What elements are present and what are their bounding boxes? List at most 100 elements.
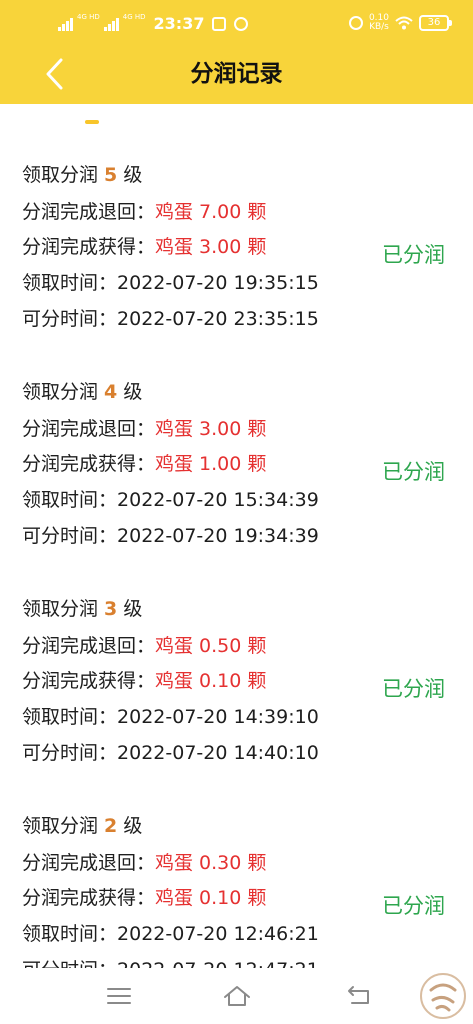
network-label-1: 4G HD: [77, 13, 100, 21]
watermark-logo: [420, 973, 466, 1019]
returned-label: 分润完成退回：: [22, 201, 156, 223]
returned-label: 分润完成退回：: [22, 635, 156, 657]
earned-label: 分润完成获得：: [22, 887, 156, 909]
app-header: 4G HD 4G HD 23:37 0.10 KB/s 36 分润记录: [0, 0, 473, 104]
record-earned: 分润完成获得：鸡蛋 0.10 颗: [22, 668, 266, 694]
menu-icon: [107, 988, 131, 1004]
returned-value: 鸡蛋 0.30 颗: [155, 852, 267, 874]
record-level-prefix: 领取分润: [22, 164, 105, 186]
status-bar: 4G HD 4G HD 23:37 0.10 KB/s 36: [0, 0, 473, 50]
list-item: 领取分润 3 级 分润完成退回：鸡蛋 0.50 颗 分润完成获得：鸡蛋 0.10…: [0, 596, 473, 802]
returned-value: 鸡蛋 0.50 颗: [155, 635, 267, 657]
claim-time-value: 2022-07-20 12:46:21: [117, 923, 319, 945]
claim-time-value: 2022-07-20 15:34:39: [117, 489, 319, 511]
back-arrow-icon: [348, 986, 369, 1004]
status-badge: 已分润: [382, 894, 445, 918]
available-time-label: 可分时间：: [22, 308, 118, 330]
home-button[interactable]: [222, 982, 252, 1010]
record-level: 领取分润 5 级: [22, 162, 142, 188]
record-level-number: 3: [104, 598, 118, 620]
list-item: 领取分润 5 级 分润完成退回：鸡蛋 7.00 颗 分润完成获得：鸡蛋 3.00…: [0, 162, 473, 368]
wifi-icon: [395, 16, 413, 30]
app-notification-icon: [234, 16, 249, 31]
earned-value: 鸡蛋 1.00 颗: [155, 453, 267, 475]
returned-value: 鸡蛋 7.00 颗: [155, 201, 267, 223]
record-earned: 分润完成获得：鸡蛋 0.10 颗: [22, 885, 266, 911]
list-item: 领取分润 2 级 分润完成退回：鸡蛋 0.30 颗 分润完成获得：鸡蛋 0.10…: [0, 813, 473, 968]
available-time-value: 2022-07-20 23:35:15: [117, 308, 319, 330]
available-time-label: 可分时间：: [22, 742, 118, 764]
earned-value: 鸡蛋 0.10 颗: [155, 670, 267, 692]
record-earned: 分润完成获得：鸡蛋 1.00 颗: [22, 451, 266, 477]
returned-label: 分润完成退回：: [22, 418, 156, 440]
tab-indicator: [85, 120, 99, 124]
status-bar-right: 0.10 KB/s 36: [348, 14, 452, 32]
record-available-time: 可分时间：2022-07-20 12:47:21: [22, 957, 319, 968]
claim-time-label: 领取时间：: [22, 272, 118, 294]
claim-time-label: 领取时间：: [22, 923, 118, 945]
system-nav-bar: [0, 968, 473, 1024]
record-claim-time: 领取时间：2022-07-20 15:34:39: [22, 487, 319, 513]
earned-value: 鸡蛋 0.10 颗: [155, 887, 267, 909]
notification-icon: [212, 16, 227, 31]
network-label-2: 4G HD: [122, 13, 146, 21]
earned-label: 分润完成获得：: [22, 453, 156, 475]
network-speed-unit: KB/s: [369, 22, 389, 32]
available-time-label: 可分时间：: [22, 525, 118, 547]
status-bar-left: 4G HD 4G HD 23:37: [58, 13, 249, 33]
record-available-time: 可分时间：2022-07-20 23:35:15: [22, 306, 319, 332]
signal-icon: [103, 17, 119, 31]
record-level-suffix: 级: [117, 815, 143, 837]
available-time-value: 2022-07-20 19:34:39: [117, 525, 319, 547]
home-icon: [224, 986, 250, 1006]
available-time-value: 2022-07-20 14:40:10: [117, 742, 319, 764]
record-available-time: 可分时间：2022-07-20 14:40:10: [22, 740, 319, 766]
earned-label: 分润完成获得：: [22, 236, 156, 258]
record-returned: 分润完成退回：鸡蛋 0.50 颗: [22, 633, 266, 659]
status-time: 23:37: [153, 14, 205, 33]
record-level-prefix: 领取分润: [22, 598, 105, 620]
record-level-prefix: 领取分润: [22, 381, 105, 403]
record-level-prefix: 领取分润: [22, 815, 105, 837]
record-returned: 分润完成退回：鸡蛋 0.30 颗: [22, 850, 266, 876]
status-badge: 已分润: [382, 460, 445, 484]
returned-label: 分润完成退回：: [22, 852, 156, 874]
record-level: 领取分润 3 级: [22, 596, 142, 622]
available-time-value: 2022-07-20 12:47:21: [117, 959, 319, 968]
returned-value: 鸡蛋 3.00 颗: [155, 418, 267, 440]
claim-time-value: 2022-07-20 14:39:10: [117, 706, 319, 728]
status-badge: 已分润: [382, 677, 445, 701]
page-title: 分润记录: [190, 61, 283, 87]
alarm-icon: [348, 16, 363, 30]
claim-time-label: 领取时间：: [22, 706, 118, 728]
claim-time-label: 领取时间：: [22, 489, 118, 511]
earned-label: 分润完成获得：: [22, 670, 156, 692]
record-returned: 分润完成退回：鸡蛋 3.00 颗: [22, 416, 266, 442]
record-claim-time: 领取时间：2022-07-20 14:39:10: [22, 704, 319, 730]
record-level: 领取分润 4 级: [22, 379, 142, 405]
list-item: 领取分润 4 级 分润完成退回：鸡蛋 3.00 颗 分润完成获得：鸡蛋 1.00…: [0, 379, 473, 585]
record-level: 领取分润 2 级: [22, 813, 142, 839]
record-level-number: 2: [104, 815, 118, 837]
battery-icon: 36: [419, 15, 452, 31]
record-claim-time: 领取时间：2022-07-20 19:35:15: [22, 270, 319, 296]
claim-time-value: 2022-07-20 19:35:15: [117, 272, 319, 294]
available-time-label: 可分时间：: [22, 959, 117, 968]
status-badge: 已分润: [382, 243, 445, 267]
record-returned: 分润完成退回：鸡蛋 7.00 颗: [22, 199, 266, 225]
network-speed: 0.10 KB/s: [369, 14, 389, 32]
record-claim-time: 领取时间：2022-07-20 12:46:21: [22, 921, 319, 947]
record-level-suffix: 级: [117, 164, 143, 186]
record-level-number: 4: [104, 381, 118, 403]
record-available-time: 可分时间：2022-07-20 19:34:39: [22, 523, 319, 549]
menu-button[interactable]: [104, 982, 134, 1010]
record-level-suffix: 级: [117, 598, 143, 620]
earned-value: 鸡蛋 3.00 颗: [155, 236, 267, 258]
signal-icon: [58, 17, 73, 31]
back-nav-button[interactable]: [344, 982, 374, 1010]
record-level-number: 5: [104, 164, 118, 186]
record-list[interactable]: 领取分润 5 级 分润完成退回：鸡蛋 7.00 颗 分润完成获得：鸡蛋 3.00…: [0, 150, 473, 968]
record-earned: 分润完成获得：鸡蛋 3.00 颗: [22, 234, 266, 260]
battery-level: 36: [427, 17, 441, 28]
record-level-suffix: 级: [117, 381, 143, 403]
